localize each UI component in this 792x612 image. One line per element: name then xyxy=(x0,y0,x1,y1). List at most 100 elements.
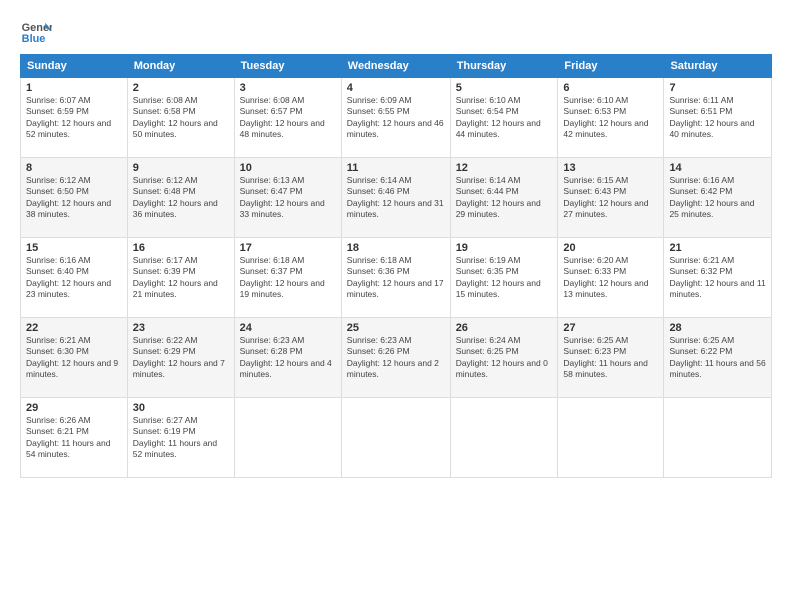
weekday-header-cell: Friday xyxy=(558,55,664,78)
calendar-day-cell: 24 Sunrise: 6:23 AM Sunset: 6:28 PM Dayl… xyxy=(234,318,341,398)
day-info: Sunrise: 6:12 AM Sunset: 6:48 PM Dayligh… xyxy=(133,175,229,221)
day-info: Sunrise: 6:10 AM Sunset: 6:53 PM Dayligh… xyxy=(563,95,658,141)
daylight-text: Daylight: 11 hours and 52 minutes. xyxy=(133,438,217,459)
daylight-text: Daylight: 12 hours and 21 minutes. xyxy=(133,278,218,299)
day-info: Sunrise: 6:23 AM Sunset: 6:28 PM Dayligh… xyxy=(240,335,336,381)
page-header: General Blue xyxy=(20,16,772,48)
day-number: 8 xyxy=(26,162,122,174)
sunrise-text: Sunrise: 6:10 AM xyxy=(456,95,521,105)
day-info: Sunrise: 6:11 AM Sunset: 6:51 PM Dayligh… xyxy=(669,95,766,141)
day-info: Sunrise: 6:14 AM Sunset: 6:46 PM Dayligh… xyxy=(347,175,445,221)
calendar-day-cell: 7 Sunrise: 6:11 AM Sunset: 6:51 PM Dayli… xyxy=(664,78,772,158)
sunset-text: Sunset: 6:43 PM xyxy=(563,186,626,196)
sunset-text: Sunset: 6:36 PM xyxy=(347,266,410,276)
day-info: Sunrise: 6:21 AM Sunset: 6:32 PM Dayligh… xyxy=(669,255,766,301)
calendar-day-cell: 22 Sunrise: 6:21 AM Sunset: 6:30 PM Dayl… xyxy=(21,318,128,398)
sunset-text: Sunset: 6:32 PM xyxy=(669,266,732,276)
calendar-week-row: 15 Sunrise: 6:16 AM Sunset: 6:40 PM Dayl… xyxy=(21,238,772,318)
daylight-text: Daylight: 12 hours and 23 minutes. xyxy=(26,278,111,299)
weekday-header-cell: Sunday xyxy=(21,55,128,78)
daylight-text: Daylight: 11 hours and 56 minutes. xyxy=(669,358,765,379)
calendar-day-cell: 1 Sunrise: 6:07 AM Sunset: 6:59 PM Dayli… xyxy=(21,78,128,158)
sunrise-text: Sunrise: 6:08 AM xyxy=(133,95,198,105)
calendar-day-cell: 15 Sunrise: 6:16 AM Sunset: 6:40 PM Dayl… xyxy=(21,238,128,318)
sunset-text: Sunset: 6:23 PM xyxy=(563,346,626,356)
calendar-day-cell: 8 Sunrise: 6:12 AM Sunset: 6:50 PM Dayli… xyxy=(21,158,128,238)
sunrise-text: Sunrise: 6:21 AM xyxy=(26,335,91,345)
sunrise-text: Sunrise: 6:08 AM xyxy=(240,95,305,105)
daylight-text: Daylight: 12 hours and 15 minutes. xyxy=(456,278,541,299)
day-info: Sunrise: 6:27 AM Sunset: 6:19 PM Dayligh… xyxy=(133,415,229,461)
daylight-text: Daylight: 12 hours and 44 minutes. xyxy=(456,118,541,139)
calendar-day-cell xyxy=(341,398,450,478)
sunrise-text: Sunrise: 6:10 AM xyxy=(563,95,628,105)
daylight-text: Daylight: 12 hours and 25 minutes. xyxy=(669,198,754,219)
sunset-text: Sunset: 6:53 PM xyxy=(563,106,626,116)
sunset-text: Sunset: 6:33 PM xyxy=(563,266,626,276)
calendar-day-cell xyxy=(234,398,341,478)
day-number: 18 xyxy=(347,242,445,254)
sunset-text: Sunset: 6:44 PM xyxy=(456,186,519,196)
day-number: 15 xyxy=(26,242,122,254)
sunrise-text: Sunrise: 6:23 AM xyxy=(347,335,412,345)
calendar-body: 1 Sunrise: 6:07 AM Sunset: 6:59 PM Dayli… xyxy=(21,78,772,478)
svg-text:Blue: Blue xyxy=(22,33,46,45)
day-number: 16 xyxy=(133,242,229,254)
calendar-day-cell: 27 Sunrise: 6:25 AM Sunset: 6:23 PM Dayl… xyxy=(558,318,664,398)
sunset-text: Sunset: 6:40 PM xyxy=(26,266,89,276)
calendar-day-cell: 9 Sunrise: 6:12 AM Sunset: 6:48 PM Dayli… xyxy=(127,158,234,238)
calendar-week-row: 22 Sunrise: 6:21 AM Sunset: 6:30 PM Dayl… xyxy=(21,318,772,398)
calendar-day-cell: 18 Sunrise: 6:18 AM Sunset: 6:36 PM Dayl… xyxy=(341,238,450,318)
day-number: 2 xyxy=(133,82,229,94)
day-number: 13 xyxy=(563,162,658,174)
daylight-text: Daylight: 12 hours and 29 minutes. xyxy=(456,198,541,219)
logo: General Blue xyxy=(20,16,52,48)
day-number: 11 xyxy=(347,162,445,174)
day-number: 3 xyxy=(240,82,336,94)
daylight-text: Daylight: 12 hours and 27 minutes. xyxy=(563,198,648,219)
calendar-day-cell: 2 Sunrise: 6:08 AM Sunset: 6:58 PM Dayli… xyxy=(127,78,234,158)
sunrise-text: Sunrise: 6:16 AM xyxy=(669,175,734,185)
sunset-text: Sunset: 6:47 PM xyxy=(240,186,303,196)
sunset-text: Sunset: 6:37 PM xyxy=(240,266,303,276)
daylight-text: Daylight: 12 hours and 40 minutes. xyxy=(669,118,754,139)
day-number: 21 xyxy=(669,242,766,254)
day-number: 28 xyxy=(669,322,766,334)
calendar-day-cell: 5 Sunrise: 6:10 AM Sunset: 6:54 PM Dayli… xyxy=(450,78,558,158)
sunrise-text: Sunrise: 6:18 AM xyxy=(240,255,305,265)
day-number: 9 xyxy=(133,162,229,174)
sunrise-text: Sunrise: 6:12 AM xyxy=(26,175,91,185)
sunset-text: Sunset: 6:50 PM xyxy=(26,186,89,196)
calendar-day-cell: 19 Sunrise: 6:19 AM Sunset: 6:35 PM Dayl… xyxy=(450,238,558,318)
sunrise-text: Sunrise: 6:17 AM xyxy=(133,255,198,265)
sunrise-text: Sunrise: 6:27 AM xyxy=(133,415,198,425)
sunset-text: Sunset: 6:55 PM xyxy=(347,106,410,116)
calendar-day-cell: 16 Sunrise: 6:17 AM Sunset: 6:39 PM Dayl… xyxy=(127,238,234,318)
day-info: Sunrise: 6:16 AM Sunset: 6:40 PM Dayligh… xyxy=(26,255,122,301)
calendar-table: SundayMondayTuesdayWednesdayThursdayFrid… xyxy=(20,54,772,478)
daylight-text: Daylight: 12 hours and 52 minutes. xyxy=(26,118,111,139)
sunset-text: Sunset: 6:58 PM xyxy=(133,106,196,116)
daylight-text: Daylight: 12 hours and 4 minutes. xyxy=(240,358,332,379)
calendar-day-cell: 20 Sunrise: 6:20 AM Sunset: 6:33 PM Dayl… xyxy=(558,238,664,318)
sunset-text: Sunset: 6:29 PM xyxy=(133,346,196,356)
calendar-day-cell: 3 Sunrise: 6:08 AM Sunset: 6:57 PM Dayli… xyxy=(234,78,341,158)
sunrise-text: Sunrise: 6:11 AM xyxy=(669,95,733,105)
calendar-day-cell: 10 Sunrise: 6:13 AM Sunset: 6:47 PM Dayl… xyxy=(234,158,341,238)
day-number: 5 xyxy=(456,82,553,94)
calendar-day-cell: 25 Sunrise: 6:23 AM Sunset: 6:26 PM Dayl… xyxy=(341,318,450,398)
day-info: Sunrise: 6:25 AM Sunset: 6:22 PM Dayligh… xyxy=(669,335,766,381)
sunset-text: Sunset: 6:19 PM xyxy=(133,426,196,436)
day-info: Sunrise: 6:18 AM Sunset: 6:36 PM Dayligh… xyxy=(347,255,445,301)
daylight-text: Daylight: 11 hours and 54 minutes. xyxy=(26,438,110,459)
sunset-text: Sunset: 6:46 PM xyxy=(347,186,410,196)
calendar-day-cell: 28 Sunrise: 6:25 AM Sunset: 6:22 PM Dayl… xyxy=(664,318,772,398)
weekday-header-cell: Tuesday xyxy=(234,55,341,78)
weekday-header-cell: Thursday xyxy=(450,55,558,78)
sunrise-text: Sunrise: 6:20 AM xyxy=(563,255,628,265)
calendar-day-cell: 29 Sunrise: 6:26 AM Sunset: 6:21 PM Dayl… xyxy=(21,398,128,478)
daylight-text: Daylight: 11 hours and 58 minutes. xyxy=(563,358,647,379)
calendar-week-row: 1 Sunrise: 6:07 AM Sunset: 6:59 PM Dayli… xyxy=(21,78,772,158)
day-info: Sunrise: 6:13 AM Sunset: 6:47 PM Dayligh… xyxy=(240,175,336,221)
calendar-day-cell xyxy=(664,398,772,478)
